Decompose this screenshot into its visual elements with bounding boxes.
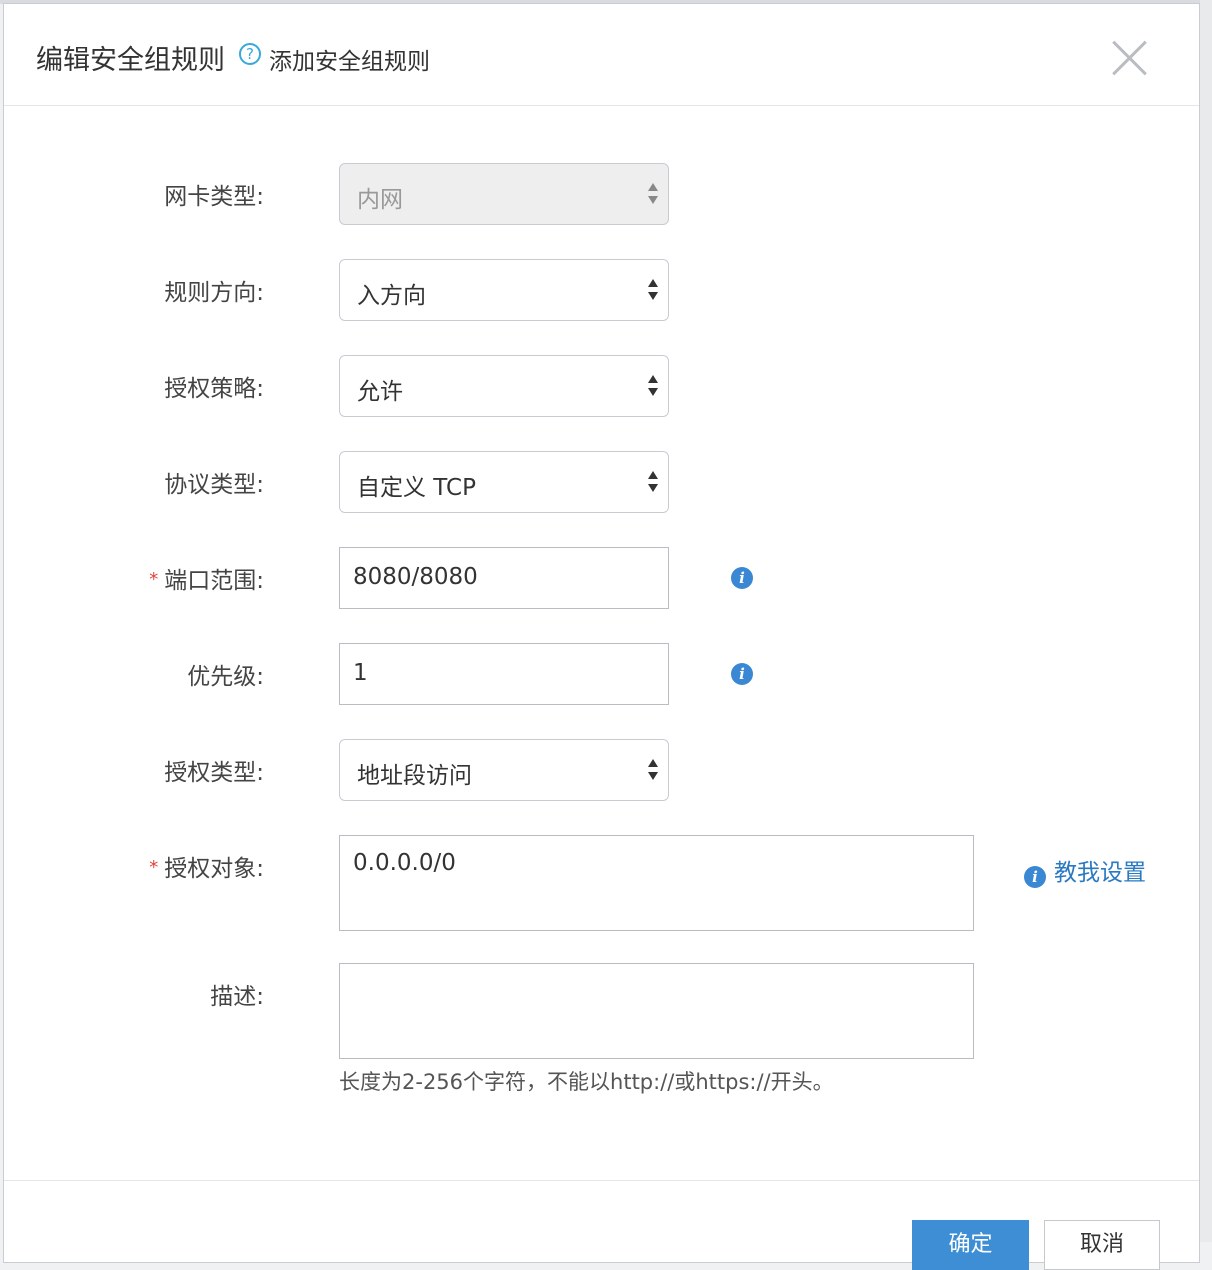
priority-info-icon[interactable]: i — [731, 663, 753, 685]
edit-rule-dialog: 编辑安全组规则 ? 添加安全组规则 网卡类型: 内网 规则方向: 入方向 授权策… — [3, 3, 1200, 1270]
direction-select[interactable]: 入方向 — [339, 259, 669, 321]
auth-type-label: 授权类型: — [164, 760, 264, 786]
auth-object-textarea[interactable]: 0.0.0.0/0 — [339, 835, 974, 931]
required-marker: * — [149, 569, 159, 590]
port-range-info-icon[interactable]: i — [731, 567, 753, 589]
select-arrows-icon — [646, 759, 660, 783]
priority-label: 优先级: — [187, 664, 264, 690]
select-arrows-icon — [646, 471, 660, 495]
policy-label: 授权策略: — [164, 376, 264, 402]
dialog-header: 编辑安全组规则 ? 添加安全组规则 — [4, 4, 1199, 106]
teach-me-link[interactable]: i 教我设置 — [1024, 853, 1146, 888]
select-arrows-icon — [646, 279, 660, 303]
priority-input[interactable]: 1 — [339, 643, 669, 705]
teach-info-icon: i — [1024, 866, 1046, 888]
auth-object-value: 0.0.0.0/0 — [353, 850, 456, 876]
select-arrows-icon — [646, 183, 660, 207]
protocol-value: 自定义 TCP — [357, 475, 476, 501]
help-icon[interactable]: ? — [239, 43, 261, 65]
teach-me-label: 教我设置 — [1054, 860, 1146, 886]
port-range-label: * 端口范围: — [149, 561, 264, 595]
dialog-title: 编辑安全组规则 — [36, 45, 225, 76]
backdrop-right — [1200, 0, 1212, 1242]
port-range-label-text: 端口范围: — [164, 568, 264, 594]
auth-object-label-text: 授权对象: — [164, 856, 264, 882]
select-arrows-icon — [646, 375, 660, 399]
description-textarea[interactable] — [339, 963, 974, 1059]
confirm-button[interactable]: 确定 — [912, 1220, 1029, 1270]
protocol-label: 协议类型: — [164, 472, 264, 498]
auth-type-value: 地址段访问 — [357, 763, 472, 789]
priority-value: 1 — [353, 660, 368, 686]
cancel-button[interactable]: 取消 — [1044, 1220, 1160, 1270]
nic-type-select: 内网 — [339, 163, 669, 225]
policy-value: 允许 — [357, 379, 403, 405]
description-label: 描述: — [210, 984, 264, 1010]
protocol-select[interactable]: 自定义 TCP — [339, 451, 669, 513]
port-range-input[interactable]: 8080/8080 — [339, 547, 669, 609]
nic-type-label: 网卡类型: — [164, 184, 264, 210]
auth-object-label: * 授权对象: — [149, 849, 264, 883]
add-rule-link[interactable]: 添加安全组规则 — [269, 42, 430, 76]
description-hint: 长度为2-256个字符，不能以http://或https://开头。 — [339, 1070, 834, 1094]
policy-select[interactable]: 允许 — [339, 355, 669, 417]
direction-label: 规则方向: — [164, 280, 264, 306]
nic-type-value: 内网 — [357, 187, 403, 213]
port-range-value: 8080/8080 — [353, 564, 478, 590]
direction-value: 入方向 — [357, 283, 426, 309]
close-icon[interactable] — [1109, 38, 1149, 78]
required-marker: * — [149, 857, 159, 878]
auth-type-select[interactable]: 地址段访问 — [339, 739, 669, 801]
dialog-footer — [4, 1180, 1199, 1181]
